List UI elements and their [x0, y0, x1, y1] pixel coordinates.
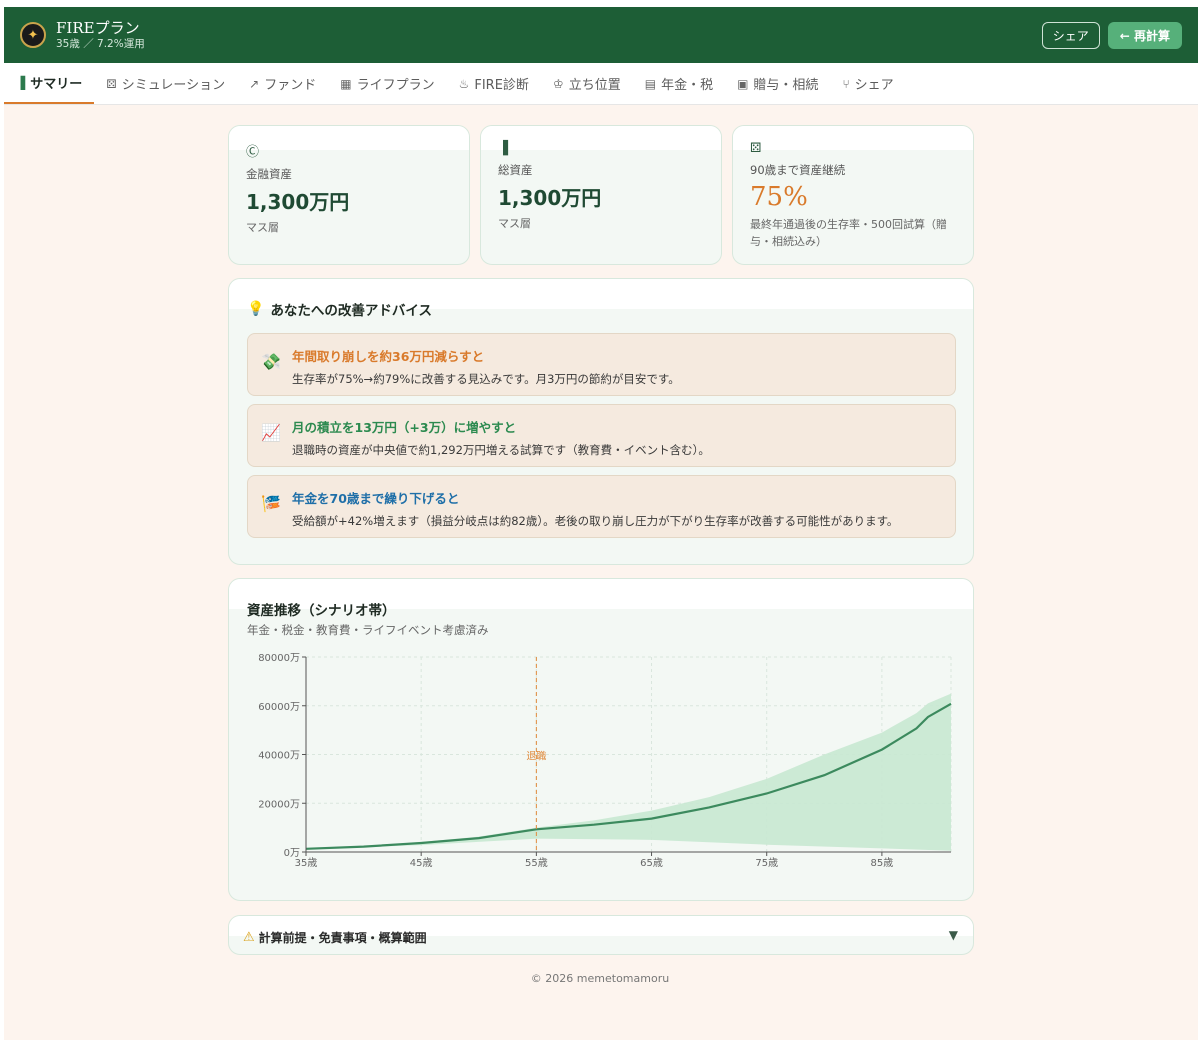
app-header: ✦ FIREプラン 35歳 ／ 7.2%運用 シェア ← 再計算 — [4, 7, 1198, 63]
chart-card: 資産推移（シナリオ帯） 年金・税金・教育費・ライフイベント考慮済み 退職 0万 20… — [228, 578, 974, 901]
lightbulb-icon: 💡 — [247, 301, 265, 317]
y-tick-label: 80000万 — [258, 653, 300, 664]
tab-label: ファンド — [264, 78, 317, 93]
y-tick-label: 20000万 — [258, 799, 300, 810]
advice-headline: 年金を70歳まで繰り下げると — [292, 491, 460, 506]
tab-label: サマリー — [30, 77, 83, 92]
tab-label: 贈与・相続 — [753, 78, 819, 93]
kpi-card-financial-assets: Ⓒ 金融資産 1,300万円 マス層 — [228, 125, 470, 265]
kpi-label: 90歳まで資産継続 — [750, 163, 846, 177]
y-tick-label: 40000万 — [258, 751, 300, 762]
tab-4[interactable]: ♨ FIRE診断 — [447, 63, 541, 104]
tab-label: ライフプラン — [356, 78, 435, 93]
tab-3[interactable]: ▦ ライフプラン — [328, 63, 446, 104]
advice-headline: 年間取り崩しを約36万円減らすと — [292, 349, 485, 364]
retire-label: 退職 — [526, 751, 546, 763]
coin-icon: Ⓒ — [246, 145, 260, 160]
advice-body: 生存率が75%→約79%に改善する見込みです。月3万円の節約が目安です。 — [292, 372, 680, 386]
pinwheel-icon: 🎏 — [261, 494, 281, 513]
footer-copyright: © 2026 memetomamoru — [530, 972, 670, 985]
advice-body: 退職時の資産が中央値で約1,292万円増える試算です（教育費・イベント含む）。 — [292, 443, 710, 457]
x-tick-label: 35歳 — [295, 857, 318, 869]
kpi-note: マス層 — [246, 221, 279, 234]
asset-projection-chart: 退職0万20000万40000万60000万80000万35歳 45歳 55歳 65歳… — [258, 653, 952, 869]
chevron-down-icon: ▼ — [948, 928, 958, 942]
recalculate-button[interactable]: ← 再計算 — [1107, 21, 1182, 49]
kpi-card-total-assets: ▐ 総資産 1,300万円 マス層 — [480, 125, 722, 265]
money-wings-icon: 💸 — [261, 352, 281, 371]
compass-icon: ✦ — [20, 22, 46, 48]
advice-card: 💡 あなたへの改善アドバイス 💸 年間取り崩しを約36万円減らすと 生存率が75… — [228, 278, 974, 565]
kpi-label: 総資産 — [498, 163, 533, 177]
bar-chart-icon: ▐ — [498, 141, 508, 156]
scenario-band — [306, 693, 951, 851]
advice-body: 受給額が+42%増えます（損益分岐点は約82歳）。老後の取り崩し圧力が下がり生存… — [292, 514, 899, 528]
flame-icon: ♨ — [458, 76, 470, 91]
tab-5[interactable]: ♔ 立ち位置 — [541, 63, 633, 104]
kpi-card-survival-rate: ⚄ 90歳まで資産継続 75% 最終年通過後の生存率・500回試算（贈与・相続込… — [732, 125, 974, 265]
kpi-note: マス層 — [498, 217, 531, 230]
app-title: FIREプラン — [56, 19, 140, 37]
advice-item: 📈 月の積立を13万円（+3万）に増やすと 退職時の資産が中央値で約1,292万… — [247, 404, 956, 467]
tab-bar: ▐ サマリー ⚄ シミュレーション ↗ ファンド ▦ ライフプラン ♨ FIRE診断 ♔ 立ち位置 ▤ 年… — [4, 63, 1198, 105]
x-tick-label: 55歳 — [525, 857, 548, 869]
tab-8[interactable]: ⑂ シェア — [830, 63, 905, 104]
kpi-note: 最終年通過後の生存率・500回試算（贈与・相続込み） — [750, 218, 947, 248]
tab-label: FIRE診断 — [474, 78, 529, 93]
disclaimer-toggle[interactable]: ⚠ 計算前提・免責事項・概算範囲 ▼ — [228, 915, 974, 955]
advice-headline: 月の積立を13万円（+3万）に増やすと — [292, 420, 517, 435]
chart-up-icon: 📈 — [261, 423, 281, 442]
dice-icon: ⚄ — [750, 141, 762, 156]
bank-icon: ▤ — [644, 76, 657, 91]
advice-item: 🎏 年金を70歳まで繰り下げると 受給額が+42%増えます（損益分岐点は約82歳… — [247, 475, 956, 538]
kpi-label: 金融資産 — [246, 167, 292, 181]
dice-icon: ⚄ — [106, 76, 117, 91]
tab-2[interactable]: ↗ ファンド — [237, 63, 328, 104]
kpi-value: 1,300万円 — [498, 186, 602, 210]
trend-up-icon: ↗ — [249, 76, 260, 91]
tab-6[interactable]: ▤ 年金・税 — [633, 63, 725, 104]
trophy-icon: ♔ — [552, 76, 564, 91]
bar-chart-icon: ▐ — [16, 75, 26, 90]
tab-label: シェア — [854, 78, 894, 93]
kpi-value: 75% — [750, 182, 808, 212]
advice-title: あなたへの改善アドバイス — [270, 303, 433, 319]
tab-1[interactable]: ⚄ シミュレーション — [94, 63, 237, 104]
kpi-value: 1,300万円 — [246, 190, 350, 214]
app-subtitle: 35歳 ／ 7.2%運用 — [56, 38, 145, 50]
advice-item: 💸 年間取り崩しを約36万円減らすと 生存率が75%→約79%に改善する見込みで… — [247, 333, 956, 396]
x-tick-label: 65歳 — [640, 857, 663, 869]
y-tick-label: 60000万 — [258, 702, 300, 713]
calendar-icon: ▦ — [340, 76, 352, 91]
share-button[interactable]: シェア — [1041, 21, 1100, 49]
tab-label: シミュレーション — [121, 78, 226, 93]
tab-label: 立ち位置 — [568, 78, 621, 93]
warning-icon: ⚠ — [243, 930, 255, 945]
x-tick-label: 75歳 — [755, 857, 778, 869]
x-tick-label: 45歳 — [410, 857, 433, 869]
gift-icon: ▣ — [737, 76, 749, 91]
tab-7[interactable]: ▣ 贈与・相続 — [725, 63, 830, 104]
tab-0[interactable]: ▐ サマリー — [4, 63, 95, 104]
x-tick-label: 85歳 — [871, 857, 894, 869]
share-icon: ⑂ — [842, 76, 850, 91]
tab-label: 年金・税 — [661, 78, 714, 93]
disclaimer-label: 計算前提・免責事項・概算範囲 — [258, 931, 427, 945]
